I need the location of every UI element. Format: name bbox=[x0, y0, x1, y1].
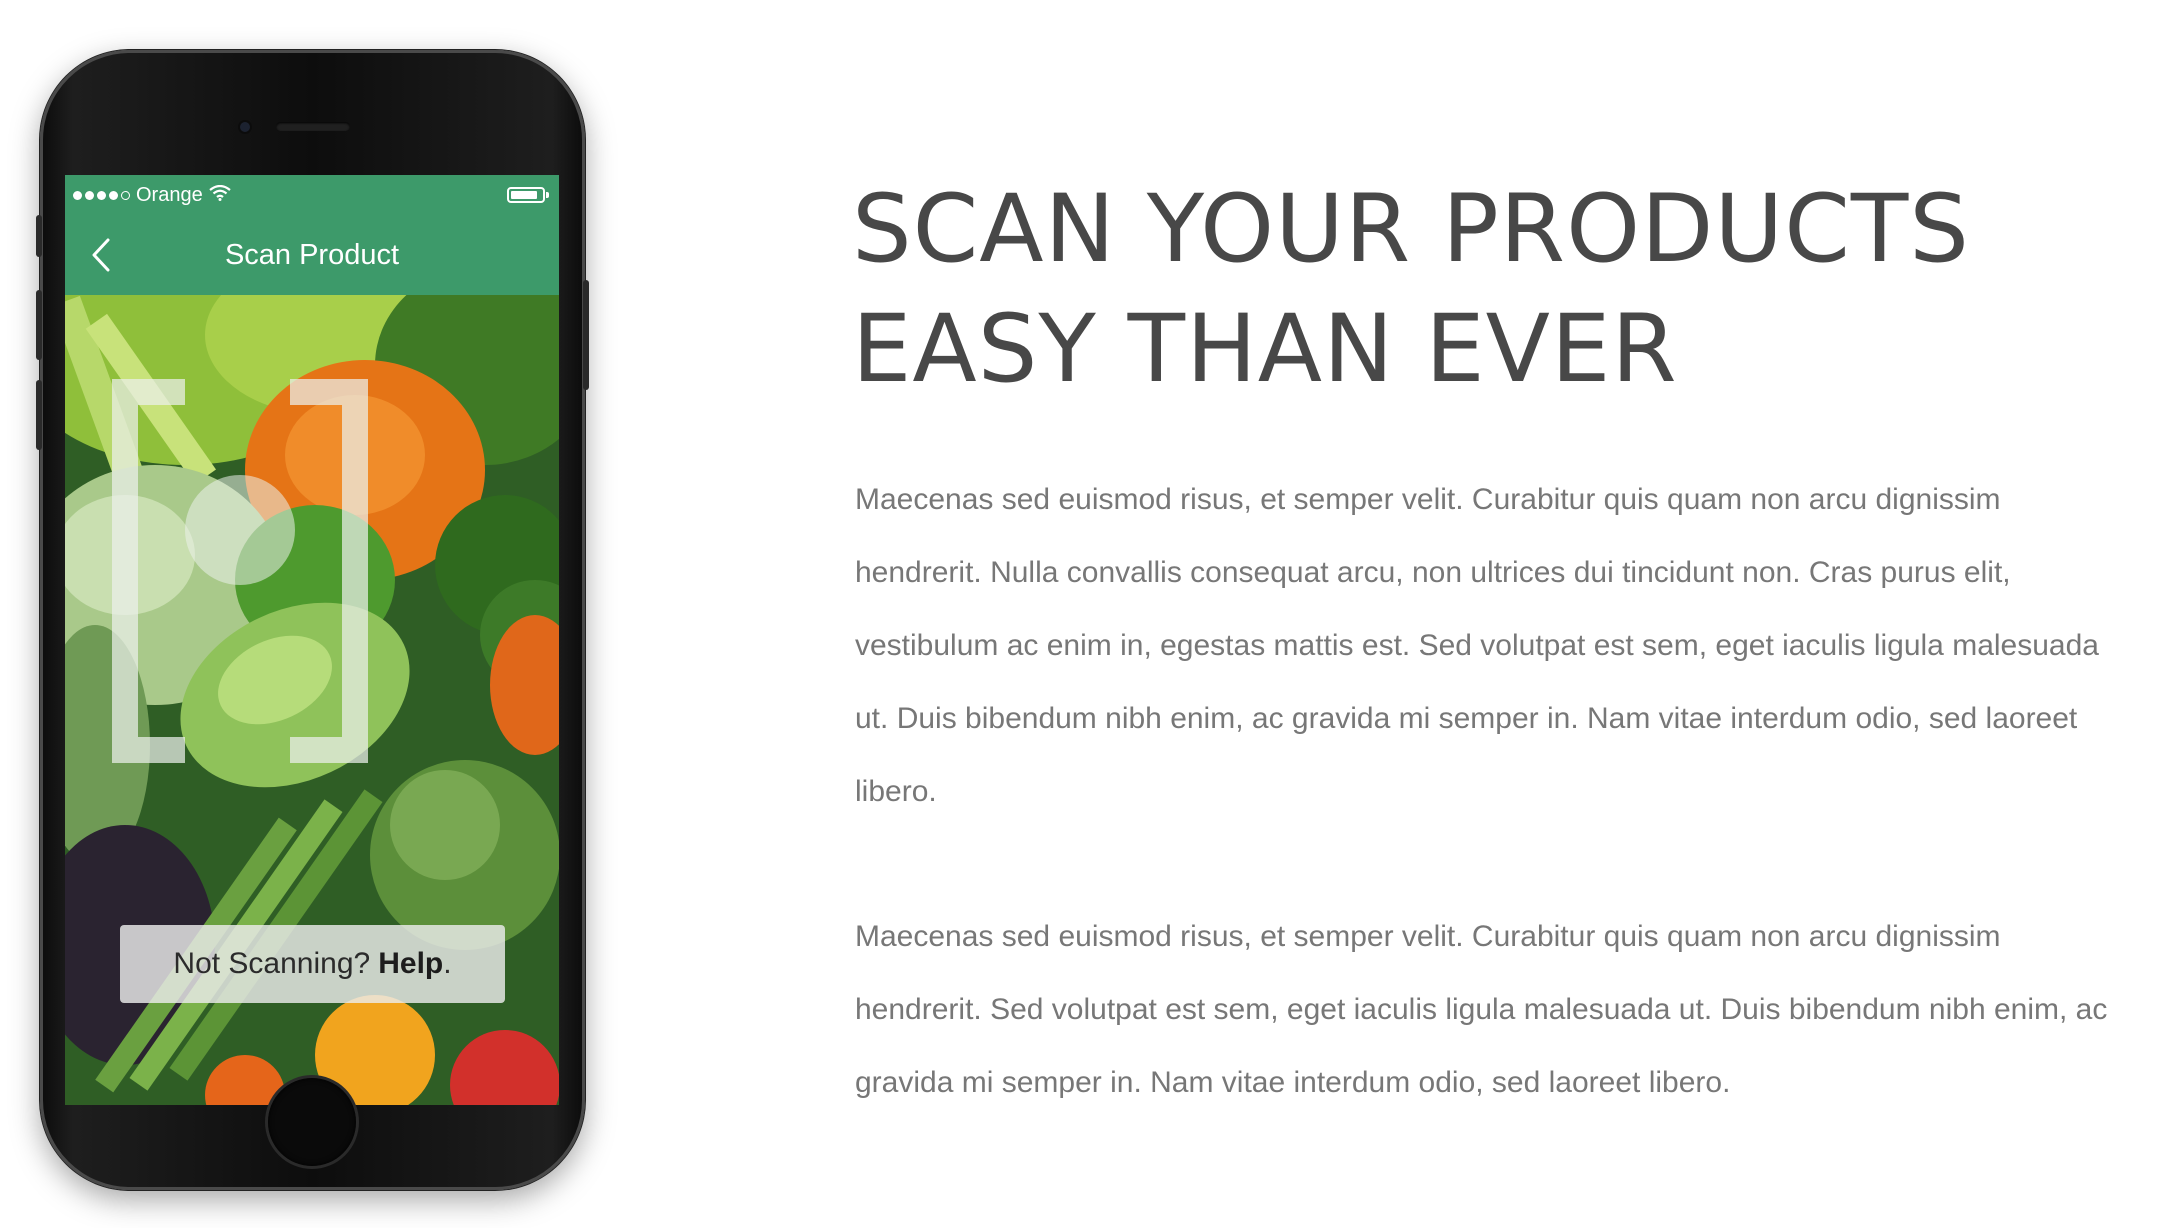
help-suffix-text: . bbox=[443, 947, 452, 980]
mute-switch bbox=[36, 215, 42, 257]
help-banner[interactable]: Not Scanning? Help. bbox=[120, 925, 505, 1003]
chevron-left-icon bbox=[92, 238, 110, 272]
phone-mockup: Orange Scan Product Not Scanning? Help . bbox=[36, 50, 589, 1190]
body-paragraph-1: Maecenas sed euismod risus, et semper ve… bbox=[855, 483, 2099, 808]
front-camera bbox=[240, 122, 250, 132]
app-nav-bar: Scan Product bbox=[65, 215, 559, 295]
carrier-name: Orange bbox=[136, 183, 203, 206]
battery-icon bbox=[507, 187, 549, 203]
headline-line-2: EASY THAN EVER bbox=[852, 295, 1678, 404]
phone-screen: Orange Scan Product Not Scanning? Help . bbox=[65, 175, 559, 1105]
earpiece-speaker bbox=[276, 122, 350, 131]
back-button[interactable] bbox=[81, 235, 121, 275]
headline-line-1: SCAN YOUR PRODUCTS bbox=[852, 175, 1970, 284]
page-headline: SCAN YOUR PRODUCTS EASY THAN EVER bbox=[852, 170, 2102, 410]
signal-dots-icon bbox=[73, 190, 130, 200]
power-button bbox=[583, 280, 589, 390]
help-link[interactable]: Help bbox=[378, 947, 443, 981]
volume-up-button bbox=[36, 290, 42, 360]
home-button[interactable] bbox=[268, 1078, 356, 1166]
screen-title: Scan Product bbox=[224, 238, 400, 271]
wifi-icon bbox=[209, 184, 231, 207]
help-prefix-text: Not Scanning? bbox=[173, 947, 371, 980]
volume-down-button bbox=[36, 380, 42, 450]
status-bar: Orange bbox=[65, 175, 559, 215]
camera-viewfinder: Not Scanning? Help. bbox=[65, 295, 559, 1105]
body-paragraph-2: Maecenas sed euismod risus, et semper ve… bbox=[855, 920, 2108, 1099]
